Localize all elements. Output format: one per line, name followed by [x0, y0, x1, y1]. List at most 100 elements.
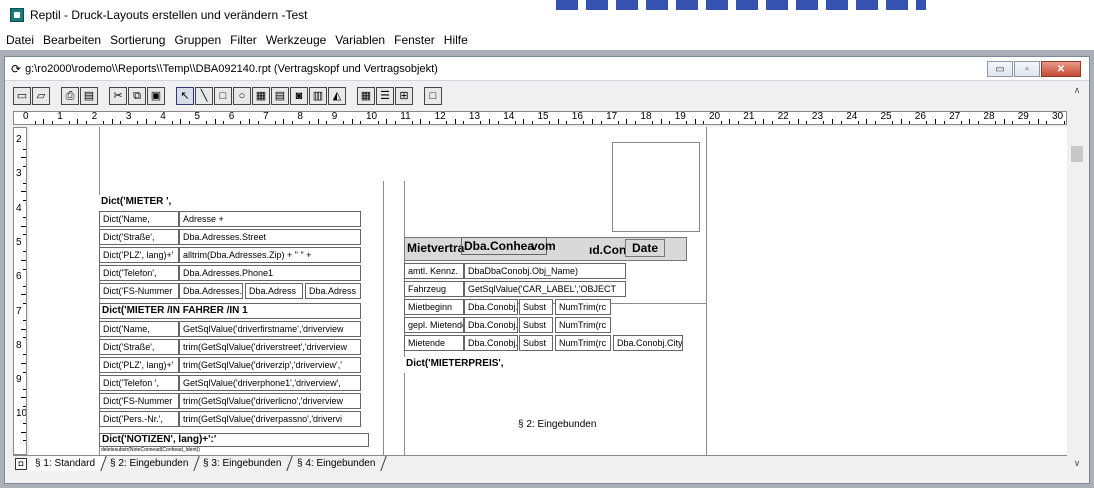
close-button[interactable]: ✕	[1041, 61, 1081, 77]
menu-bearbeiten[interactable]: Bearbeiten	[43, 33, 101, 47]
table-icon[interactable]: ▥	[309, 87, 327, 105]
mietvertrag-label[interactable]: Mietvertrag	[407, 241, 465, 255]
menu-filter[interactable]: Filter	[230, 33, 257, 47]
mieter-strasse-label[interactable]: Dict('Straße',	[99, 229, 179, 245]
fahrer-header[interactable]: Dict('MIETER /IN FAHRER /IN 1	[99, 303, 361, 319]
open-icon[interactable]: ▱	[32, 87, 50, 105]
mieter-fs-value-2[interactable]: Dba.Adress	[245, 283, 303, 299]
menu-gruppen[interactable]: Gruppen	[174, 33, 221, 47]
mietbeginn-subst[interactable]: Subst	[519, 299, 553, 315]
vom-label[interactable]: vom	[531, 239, 556, 253]
mieter-strasse-value[interactable]: Dba.Adresses.Street	[179, 229, 361, 245]
mieter-plz-value[interactable]: alltrim(Dba.Adresses.Zip) + " " +	[179, 247, 361, 263]
camera-icon[interactable]: ◙	[290, 87, 308, 105]
date-field[interactable]: Date	[625, 239, 666, 257]
tab-eingebunden-2[interactable]: § 2: Eingebunden	[101, 456, 201, 471]
mieter-name-label[interactable]: Dict('Name,	[99, 211, 179, 227]
ruler-tick	[1063, 121, 1065, 124]
mietbeginn-time[interactable]: NumTrim(rc	[555, 299, 611, 315]
mieter-name-value[interactable]: Adresse +	[179, 211, 361, 227]
ruler-tick	[291, 121, 293, 124]
mieter-header[interactable]: Dict('MIETER ',	[99, 195, 361, 211]
kennz-label[interactable]: amtl. Kennz.	[404, 263, 464, 279]
mietende-geplant-time[interactable]: NumTrim(rc	[555, 317, 611, 333]
mieter-fs-value-3[interactable]: Dba.Adress	[305, 283, 361, 299]
fahrer-telefon-value[interactable]: GetSqlValue('driverphone1','driverview',	[179, 375, 361, 391]
mietende-geplant-date[interactable]: Dba.Conobj.	[464, 317, 518, 333]
tab-eingebunden-4[interactable]: § 4: Eingebunden	[288, 456, 387, 471]
restore-button[interactable]: ▫	[1014, 61, 1040, 77]
paste-icon[interactable]: ▣	[147, 87, 165, 105]
notizen-header[interactable]: Dict('NOTIZEN', lang)+':'	[99, 433, 369, 447]
fahrer-telefon-label[interactable]: Dict('Telefon ',	[99, 375, 179, 391]
mietende-label[interactable]: Mietende	[404, 335, 464, 351]
chart-icon[interactable]: ◭	[328, 87, 346, 105]
scroll-down-icon[interactable]: ∨	[1069, 455, 1085, 471]
fahrer-plz-label[interactable]: Dict('PLZ', lang)+'	[99, 357, 179, 373]
mieter-plz-label[interactable]: Dict('PLZ', lang)+'	[99, 247, 179, 263]
ruler-tick	[308, 121, 310, 124]
frame-icon[interactable]: □	[424, 87, 442, 105]
columns-icon[interactable]: ⊞	[395, 87, 413, 105]
mietbeginn-date[interactable]: Dba.Conobj.	[464, 299, 518, 315]
tab-standard[interactable]: § 1: Standard	[26, 456, 107, 471]
fahrer-name-value[interactable]: GetSqlValue('driverfirstname','drivervie…	[179, 321, 361, 337]
ruler-label: 4	[160, 111, 166, 122]
fahrer-name-label[interactable]: Dict('Name,	[99, 321, 179, 337]
mietende-time[interactable]: NumTrim(rc	[555, 335, 611, 351]
ruler-tick	[23, 371, 26, 373]
list-icon[interactable]: ☰	[376, 87, 394, 105]
copy-icon[interactable]: ⧉	[128, 87, 146, 105]
layout-icon[interactable]: ◘	[15, 457, 27, 470]
menu-datei[interactable]: Datei	[6, 33, 34, 47]
menu-werkzeuge[interactable]: Werkzeuge	[266, 33, 326, 47]
mietende-geplant-label[interactable]: gepl. Mietende	[404, 317, 464, 333]
mietende-city[interactable]: Dba.Conobj.City	[613, 335, 683, 351]
ruler-tick	[214, 119, 216, 124]
mietende-geplant-subst[interactable]: Subst	[519, 317, 553, 333]
menu-sortierung[interactable]: Sortierung	[110, 33, 165, 47]
scroll-thumb[interactable]	[1071, 146, 1083, 162]
mieter-fs-value-1[interactable]: Dba.Adresses.	[179, 283, 243, 299]
fahrer-fs-value[interactable]: trim(GetSqlValue('driverlicno','drivervi…	[179, 393, 361, 409]
fahrer-fs-label[interactable]: Dict('FS-Nummer	[99, 393, 179, 409]
grid-icon[interactable]: ▦	[357, 87, 375, 105]
fahrer-strasse-value[interactable]: trim(GetSqlValue('driverstreet','driverv…	[179, 339, 361, 355]
mieter-telefon-label[interactable]: Dict('Telefon',	[99, 265, 179, 281]
ruler-tick	[23, 268, 26, 270]
menu-hilfe[interactable]: Hilfe	[444, 33, 468, 47]
line-icon[interactable]: ╲	[195, 87, 213, 105]
fahrer-persnr-label[interactable]: Dict('Pers.-Nr.',	[99, 411, 179, 427]
preview-icon[interactable]: ▤	[80, 87, 98, 105]
fahrzeug-value[interactable]: GetSqlValue('CAR_LABEL','OBJECT	[464, 281, 626, 297]
pointer-icon[interactable]: ↖	[176, 87, 194, 105]
scroll-up-icon[interactable]: ∧	[1069, 82, 1085, 98]
cut-icon[interactable]: ✂	[109, 87, 127, 105]
notizen-expression[interactable]: deletesubstr(NoteConnead(Conhead_Ident))	[101, 447, 200, 453]
text-icon[interactable]: ▤	[271, 87, 289, 105]
menu-fenster[interactable]: Fenster	[394, 33, 435, 47]
mietbeginn-label[interactable]: Mietbeginn	[404, 299, 464, 315]
fahrzeug-label[interactable]: Fahrzeug	[404, 281, 464, 297]
rectangle-icon[interactable]: □	[214, 87, 232, 105]
tab-eingebunden-3[interactable]: § 3: Eingebunden	[194, 456, 294, 471]
image-icon[interactable]: ▦	[252, 87, 270, 105]
report-canvas[interactable]: Dict('MIETER ', Dict('Name, Adresse + Di…	[29, 127, 1067, 455]
mieter-fs-label[interactable]: Dict('FS-Nummer	[99, 283, 179, 299]
print-icon[interactable]: ⎙	[61, 87, 79, 105]
kennz-value[interactable]: DbaDbaConobj.Obj_Name)	[464, 263, 626, 279]
vertical-scrollbar[interactable]: ∧	[1069, 82, 1085, 455]
fahrer-plz-value[interactable]: trim(GetSqlValue('driverzip','driverview…	[179, 357, 361, 373]
minimize-button[interactable]: ▭	[987, 61, 1013, 77]
selection-frame[interactable]	[612, 142, 700, 232]
con-date-field[interactable]: ıd.Con	[589, 243, 626, 257]
mietende-subst[interactable]: Subst	[519, 335, 553, 351]
menu-variablen[interactable]: Variablen	[335, 33, 385, 47]
fahrer-strasse-label[interactable]: Dict('Straße',	[99, 339, 179, 355]
ellipse-icon[interactable]: ○	[233, 87, 251, 105]
new-icon[interactable]: ▭	[13, 87, 31, 105]
fahrer-persnr-value[interactable]: trim(GetSqlValue('driverpassno','driverv…	[179, 411, 361, 427]
mieter-telefon-value[interactable]: Dba.Adresses.Phone1	[179, 265, 361, 281]
mieterpreis-header[interactable]: Dict('MIETERPREIS',	[404, 357, 706, 373]
mietende-date[interactable]: Dba.Conobj.	[464, 335, 518, 351]
